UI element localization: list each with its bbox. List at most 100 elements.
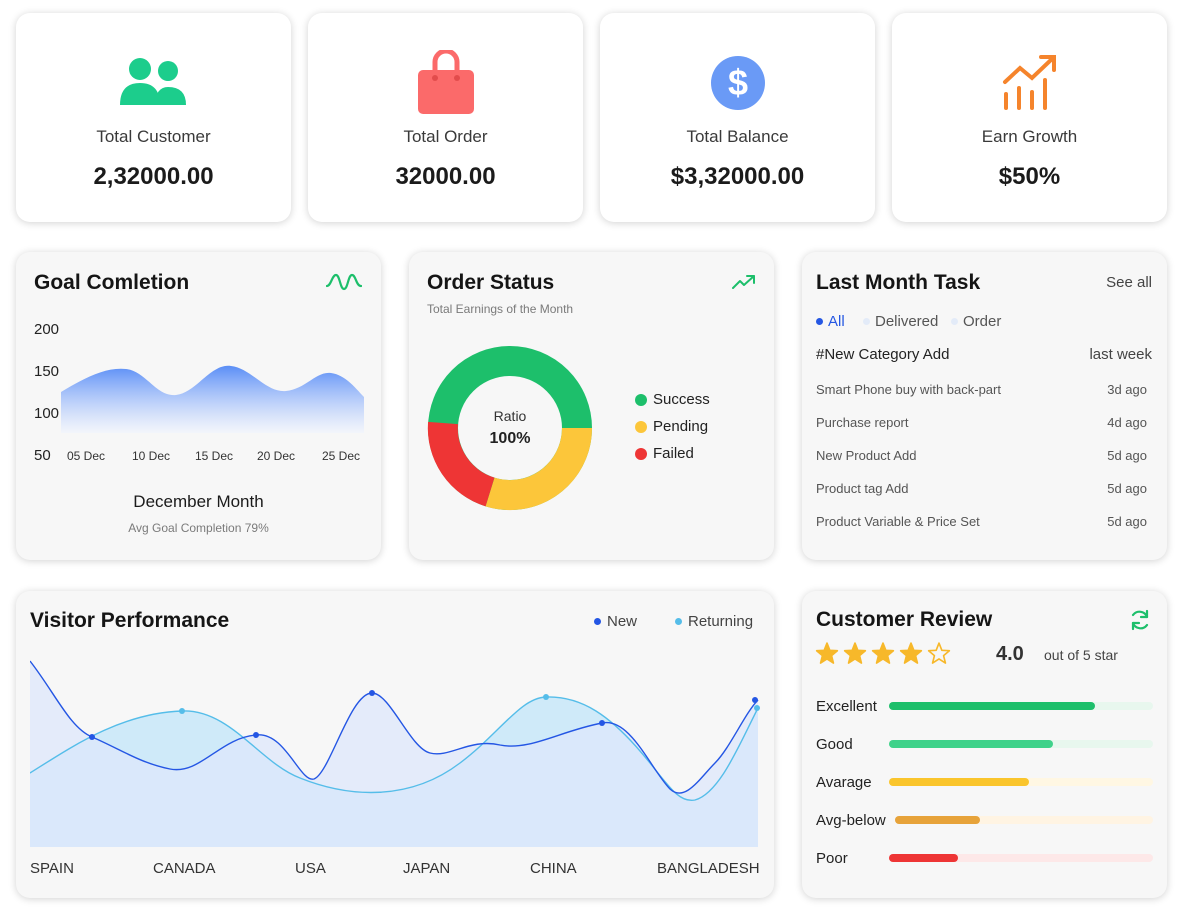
dollar-icon: $	[710, 56, 765, 110]
rating-bar-average	[889, 778, 1153, 786]
x-tick: 05 Dec	[67, 449, 106, 463]
x-label: BANGLADESH	[657, 860, 760, 877]
stat-card-customers: Total Customer 2,32000.00	[16, 13, 291, 222]
star-filled-icon	[815, 642, 839, 664]
card-title: Last Month Task	[816, 271, 981, 294]
card-subtitle: Total Earnings of the Month	[427, 302, 574, 316]
pulse-icon[interactable]	[326, 271, 362, 293]
order-status-card: Order Status Total Earnings of the Month…	[409, 252, 774, 560]
stat-value: $50%	[998, 163, 1061, 190]
last-month-task-card: Last Month Task See all All Delivered Or…	[802, 252, 1167, 560]
stat-value: $3,32000.00	[670, 163, 805, 190]
star-empty-icon	[927, 642, 951, 664]
filter-label: All	[828, 313, 845, 330]
rating-bar-fill	[889, 854, 958, 862]
star-filled-icon	[843, 642, 867, 664]
card-title: Goal Comletion	[34, 271, 190, 294]
review-label-poor: Poor	[816, 850, 848, 867]
filter-delivered[interactable]: Delivered	[863, 313, 938, 330]
stat-label: Earn Growth	[981, 127, 1078, 146]
x-label: USA	[295, 860, 326, 877]
rating-bar-excellent	[889, 702, 1153, 710]
task-time: 5d ago	[1107, 481, 1147, 496]
review-label-good: Good	[816, 736, 853, 753]
legend-pending: Pending	[635, 418, 708, 435]
rating-value: 4.0	[996, 643, 1024, 665]
filter-dot	[816, 318, 823, 325]
shopping-bag-icon	[417, 50, 474, 114]
y-tick: 100	[34, 405, 60, 422]
filter-all[interactable]: All	[816, 313, 845, 330]
donut-center-label: Ratio	[493, 408, 527, 424]
rating-bar-fill	[895, 816, 981, 824]
task-time: 5d ago	[1107, 514, 1147, 529]
list-item[interactable]: Product tag Add 5d ago	[816, 481, 1147, 496]
stat-card-growth: Earn Growth $50%	[892, 13, 1167, 222]
task-text: Smart Phone buy with back-part	[816, 382, 1001, 397]
rating-suffix: out of 5 star	[1044, 647, 1118, 663]
failed-dot	[635, 447, 647, 460]
x-tick: 10 Dec	[132, 449, 171, 463]
list-item[interactable]: Product Variable & Price Set 5d ago	[816, 514, 1147, 529]
goal-completion-card: Goal Comletion 200 150 100 50 05 Dec 10 …	[16, 252, 381, 560]
task-text: New Product Add	[816, 448, 917, 463]
x-tick: 15 Dec	[195, 449, 234, 463]
x-label: SPAIN	[30, 860, 74, 877]
legend-failed: Failed	[635, 445, 694, 462]
new-dot	[594, 618, 601, 625]
filter-dot	[951, 318, 958, 325]
visitor-line-chart	[30, 660, 760, 847]
legend-label: Success	[653, 391, 710, 408]
x-label: JAPAN	[403, 860, 451, 877]
x-tick: 20 Dec	[257, 449, 296, 463]
card-title: Customer Review	[816, 608, 993, 631]
rating-bar-fill	[889, 740, 1053, 748]
task-time: 4d ago	[1107, 415, 1147, 430]
task-text: #New Category Add	[816, 346, 950, 363]
card-title: Visitor Performance	[30, 609, 230, 632]
rating-bar-poor	[889, 854, 1153, 862]
star-filled-icon	[871, 642, 895, 664]
task-time: 5d ago	[1107, 448, 1147, 463]
avg-completion-text: Avg Goal Completion 79%	[128, 521, 269, 535]
stat-label: Total Order	[403, 127, 488, 146]
task-header-row[interactable]: #New Category Add last week	[816, 346, 1152, 363]
y-tick: 200	[34, 321, 60, 338]
trending-up-icon[interactable]	[732, 274, 756, 290]
users-icon	[119, 58, 186, 105]
x-label: CHINA	[530, 860, 577, 877]
task-text: Product Variable & Price Set	[816, 514, 980, 529]
star-filled-icon	[899, 642, 923, 664]
rating-bar-fill	[889, 778, 1029, 786]
customer-review-card: Customer Review 4.0 out of 5 star Excell…	[802, 591, 1167, 898]
task-time: last week	[1089, 346, 1152, 363]
success-dot	[635, 393, 647, 406]
stat-card-orders: Total Order 32000.00	[308, 13, 583, 222]
legend-label: New	[607, 613, 638, 630]
growth-chart-icon	[1002, 55, 1056, 110]
legend-success: Success	[635, 391, 710, 408]
refresh-icon[interactable]	[1129, 609, 1151, 631]
list-item[interactable]: Smart Phone buy with back-part 3d ago	[816, 382, 1147, 397]
stat-value: 2,32000.00	[93, 163, 214, 190]
visitor-performance-card: Visitor Performance New Returning SPAIN …	[16, 591, 774, 898]
stat-card-balance: $ Total Balance $3,32000.00	[600, 13, 875, 222]
task-text: Product tag Add	[816, 481, 909, 496]
legend-returning: Returning	[675, 613, 753, 630]
svg-text:$: $	[727, 62, 747, 103]
star-rating	[815, 642, 951, 666]
list-item[interactable]: New Product Add 5d ago	[816, 448, 1147, 463]
pending-dot	[635, 420, 647, 433]
card-title: Order Status	[427, 271, 555, 294]
rating-bar-fill	[889, 702, 1095, 710]
see-all-link[interactable]: See all	[1106, 274, 1152, 291]
legend-label: Failed	[653, 445, 694, 462]
legend-label: Pending	[653, 418, 709, 435]
filter-label: Delivered	[875, 313, 939, 330]
donut-center-value: 100%	[489, 430, 531, 447]
filter-order[interactable]: Order	[951, 313, 1001, 330]
filter-label: Order	[963, 313, 1002, 330]
rating-bar-avg-below	[895, 816, 1153, 824]
list-item[interactable]: Purchase report 4d ago	[816, 415, 1147, 430]
task-text: Purchase report	[816, 415, 909, 430]
